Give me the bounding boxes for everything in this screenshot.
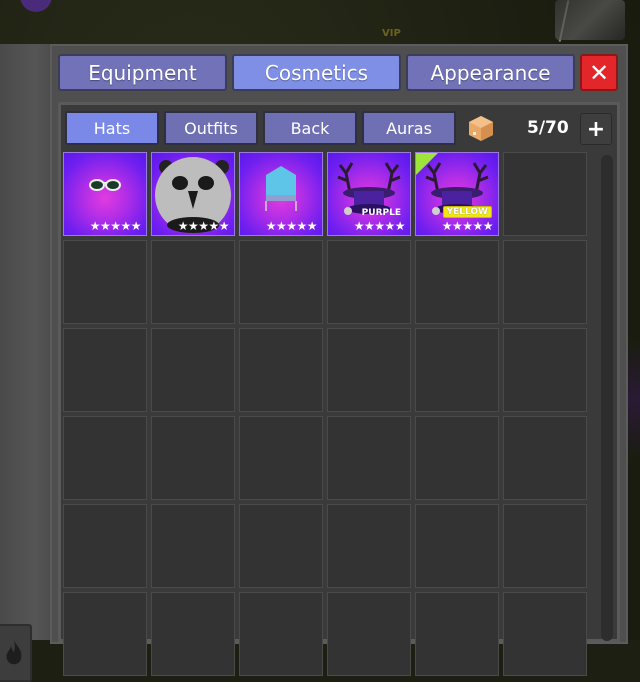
rarity-stars: ★★★★★: [265, 219, 318, 233]
empty-slot[interactable]: [503, 328, 587, 412]
empty-slot[interactable]: [63, 416, 147, 500]
rarity-stars: ★★★★★: [441, 219, 494, 233]
variant-tag: PURPLE: [361, 208, 401, 218]
inventory-count: 5/70: [527, 118, 569, 138]
item-slot[interactable]: ★★★★★: [63, 152, 147, 236]
subtab-hats[interactable]: Hats: [65, 111, 159, 145]
subtab-auras[interactable]: Auras: [362, 111, 456, 145]
empty-slot[interactable]: [327, 592, 411, 676]
empty-slot[interactable]: [239, 504, 323, 588]
plus-icon: +: [586, 116, 606, 142]
item-grid: ★★★★★ ★★★★★ ★★★★★ PURPLE ★★★★★ YELLOW ★★…: [61, 150, 595, 678]
subtab-outfits[interactable]: Outfits: [164, 111, 258, 145]
item-slot[interactable]: PURPLE ★★★★★: [327, 152, 411, 236]
empty-slot[interactable]: [415, 328, 499, 412]
left-side-panel: [0, 44, 50, 682]
empty-slot[interactable]: [151, 328, 235, 412]
item-slot[interactable]: YELLOW ★★★★★: [415, 152, 499, 236]
empty-slot[interactable]: [327, 504, 411, 588]
world-orb: [20, 0, 52, 12]
empty-slot[interactable]: [151, 240, 235, 324]
empty-slot[interactable]: [503, 416, 587, 500]
cosmetics-panel: Hats Outfits Back Auras 5/70 + ★★★★★ ★★★…: [58, 102, 620, 676]
empty-slot[interactable]: [415, 504, 499, 588]
cardboard-box-icon[interactable]: [467, 114, 495, 142]
tab-appearance[interactable]: Appearance: [406, 54, 575, 91]
empty-slot[interactable]: [151, 416, 235, 500]
empty-slot[interactable]: [327, 416, 411, 500]
sunglasses-icon: [89, 179, 121, 191]
inventory-window: Equipment Cosmetics Appearance ✕ Hats Ou…: [50, 44, 628, 676]
empty-slot[interactable]: [503, 592, 587, 676]
empty-slot[interactable]: [239, 328, 323, 412]
empty-slot[interactable]: [63, 592, 147, 676]
empty-slot[interactable]: [151, 592, 235, 676]
empty-slot[interactable]: [503, 152, 587, 236]
empty-slot[interactable]: [239, 240, 323, 324]
empty-slot[interactable]: [239, 416, 323, 500]
item-slot[interactable]: ★★★★★: [239, 152, 323, 236]
ability-slot[interactable]: [0, 624, 32, 682]
rarity-stars: ★★★★★: [353, 219, 406, 233]
tab-equipment[interactable]: Equipment: [58, 54, 227, 91]
variant-tag: YELLOW: [442, 206, 492, 218]
empty-slot[interactable]: [63, 504, 147, 588]
empty-slot[interactable]: [151, 504, 235, 588]
rarity-stars: ★★★★★: [89, 219, 142, 233]
empty-slot[interactable]: [415, 240, 499, 324]
close-icon: ✕: [588, 58, 610, 87]
tab-cosmetics[interactable]: Cosmetics: [232, 54, 401, 91]
subtab-back[interactable]: Back: [263, 111, 357, 145]
expand-inventory-button[interactable]: +: [580, 113, 612, 145]
empty-slot[interactable]: [239, 592, 323, 676]
empty-slot[interactable]: [327, 240, 411, 324]
grid-scrollbar[interactable]: [601, 155, 613, 641]
empty-slot[interactable]: [503, 504, 587, 588]
empty-slot[interactable]: [503, 240, 587, 324]
close-button[interactable]: ✕: [580, 54, 618, 91]
item-slot[interactable]: ★★★★★: [151, 152, 235, 236]
world-character: [555, 0, 625, 40]
world-edge: [628, 40, 640, 640]
vip-sign: VIP: [382, 28, 401, 39]
flame-icon: [6, 640, 22, 665]
empty-slot[interactable]: [63, 240, 147, 324]
empty-slot[interactable]: [63, 328, 147, 412]
category-tabs: Equipment Cosmetics Appearance ✕: [58, 54, 618, 91]
empty-slot[interactable]: [327, 328, 411, 412]
empty-slot[interactable]: [415, 592, 499, 676]
rarity-stars: ★★★★★: [177, 219, 230, 233]
empty-slot[interactable]: [415, 416, 499, 500]
cosmetic-subtabs: Hats Outfits Back Auras: [65, 111, 495, 145]
